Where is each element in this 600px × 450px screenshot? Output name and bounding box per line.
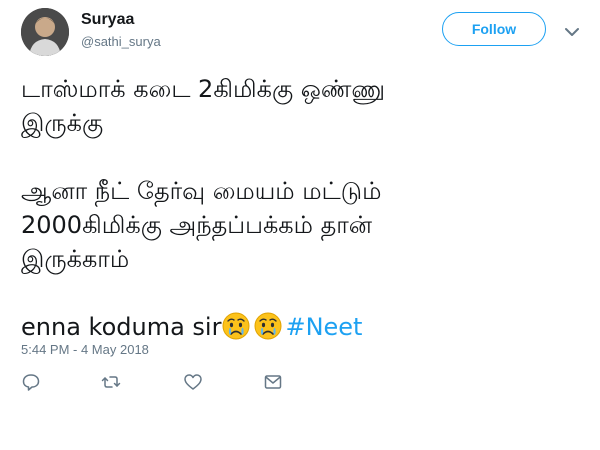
crying-face-emoji-icon bbox=[222, 312, 250, 340]
tweet-line: ஆனா நீட் தேர்வு மையம் மட்டும் bbox=[21, 177, 382, 205]
avatar-photo-icon bbox=[21, 8, 69, 56]
like-icon[interactable] bbox=[183, 372, 203, 392]
tweet-line-text: enna koduma sir bbox=[21, 313, 222, 341]
tweet-card: Suryaa @sathi_surya Follow டாஸ்மாக் கடை … bbox=[0, 0, 600, 450]
avatar[interactable] bbox=[21, 8, 69, 56]
tweet-timestamp[interactable]: 5:44 PM - 4 May 2018 bbox=[21, 342, 149, 357]
tweet-line: டாஸ்மாக் கடை 2கிமிக்கு ஒண்ணு bbox=[21, 75, 386, 103]
follow-button[interactable]: Follow bbox=[442, 12, 546, 46]
retweet-icon[interactable] bbox=[101, 372, 121, 392]
user-handle[interactable]: @sathi_surya bbox=[81, 34, 161, 49]
tweet-line: இருக்கு bbox=[21, 109, 104, 137]
tweet-line: இருக்காம் bbox=[21, 245, 130, 273]
chevron-down-icon[interactable] bbox=[565, 23, 579, 36]
tweet-line: 2000கிமிக்கு அந்தப்பக்கம் தான் bbox=[21, 211, 373, 239]
display-name[interactable]: Suryaa bbox=[81, 11, 134, 29]
reply-icon[interactable] bbox=[21, 372, 41, 392]
message-icon[interactable] bbox=[263, 372, 283, 392]
hashtag-link[interactable]: #Neet bbox=[285, 313, 362, 341]
tweet-last-line: enna koduma sir #Neet bbox=[21, 310, 581, 344]
crying-face-emoji-icon bbox=[254, 312, 282, 340]
tweet-text: டாஸ்மாக் கடை 2கிமிக்கு ஒண்ணு இருக்கு ஆனா… bbox=[21, 72, 581, 344]
